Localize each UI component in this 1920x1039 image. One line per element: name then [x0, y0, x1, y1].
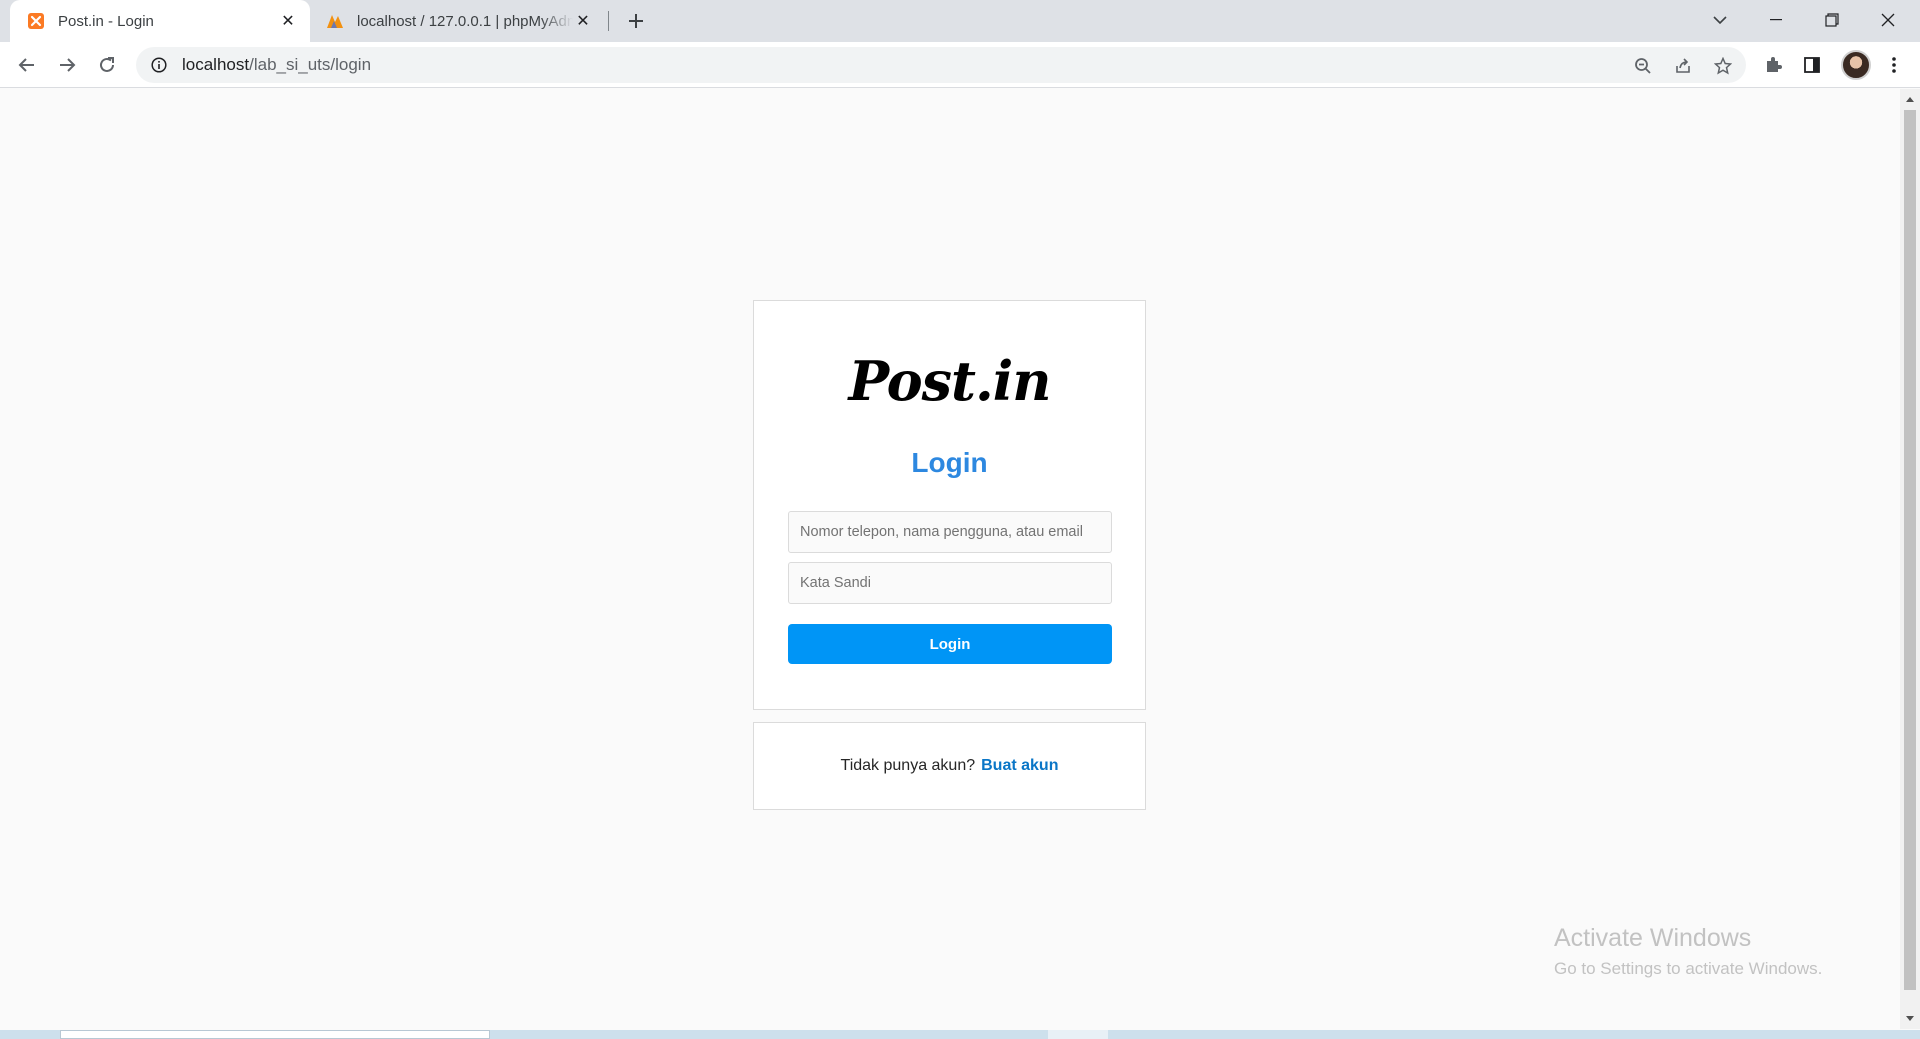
close-tab-icon[interactable]: ✕	[278, 11, 298, 31]
phpmyadmin-icon	[325, 11, 345, 31]
tab-title: localhost / 127.0.0.1 | phpMyAdmin	[357, 12, 573, 30]
browser-toolbar: localhost/lab_si_uts/login	[0, 42, 1920, 88]
bookmark-star-icon[interactable]	[1713, 56, 1733, 76]
watermark-title: Activate Windows	[1554, 924, 1752, 952]
windows-activation-watermark: Activate Windows Go to Settings to activ…	[1554, 924, 1822, 979]
minimize-button[interactable]	[1748, 0, 1804, 40]
create-account-link[interactable]: Buat akun	[981, 757, 1058, 775]
address-bar[interactable]: localhost/lab_si_uts/login	[136, 47, 1746, 83]
close-tab-icon[interactable]: ✕	[573, 11, 593, 31]
watermark-subtitle: Go to Settings to activate Windows.	[1554, 959, 1823, 978]
scrollbar-thumb[interactable]	[1904, 110, 1916, 990]
profile-avatar[interactable]	[1841, 50, 1871, 80]
forward-arrow-icon[interactable]	[51, 49, 83, 81]
taskbar-item[interactable]	[1048, 1030, 1108, 1039]
brand-logo: Post.in	[848, 349, 1051, 413]
site-info-icon[interactable]	[150, 56, 168, 74]
address-url: localhost/lab_si_uts/login	[182, 55, 371, 75]
reload-icon[interactable]	[91, 49, 123, 81]
password-input[interactable]	[788, 562, 1112, 604]
scroll-down-arrow-icon[interactable]	[1906, 1016, 1914, 1021]
signup-card: Tidak punya akun? Buat akun	[753, 722, 1146, 810]
tab-search-chevron-down-icon[interactable]	[1692, 0, 1748, 40]
taskbar-search-box[interactable]	[60, 1030, 490, 1039]
url-path: /lab_si_uts/login	[249, 55, 372, 74]
extensions-puzzle-icon[interactable]	[1762, 54, 1784, 76]
tab-post-in-login[interactable]: Post.in - Login ✕	[10, 0, 310, 42]
back-arrow-icon[interactable]	[11, 49, 43, 81]
username-input[interactable]	[788, 511, 1112, 553]
zoom-out-icon[interactable]	[1633, 56, 1653, 76]
tab-phpmyadmin[interactable]: localhost / 127.0.0.1 | phpMyAdmin ✕	[315, 0, 605, 42]
login-heading: Login	[911, 447, 988, 478]
more-menu-icon[interactable]	[1883, 54, 1905, 76]
new-tab-button[interactable]	[622, 7, 650, 35]
vertical-scrollbar[interactable]	[1900, 89, 1920, 1029]
xampp-icon	[26, 11, 46, 31]
login-card: Post.in Login Login	[753, 300, 1146, 710]
side-panel-icon[interactable]	[1801, 54, 1823, 76]
url-host: localhost	[182, 55, 250, 74]
restore-button[interactable]	[1804, 0, 1860, 40]
page-viewport: Post.in Login Login Tidak punya akun? Bu…	[0, 89, 1900, 1029]
scroll-up-arrow-icon[interactable]	[1906, 97, 1914, 102]
login-button[interactable]: Login	[788, 624, 1112, 664]
tab-title: Post.in - Login	[58, 12, 154, 30]
share-icon[interactable]	[1673, 56, 1693, 76]
tab-separator	[608, 11, 609, 31]
close-window-button[interactable]	[1860, 0, 1916, 40]
tab-strip: Post.in - Login ✕ localhost / 127.0.0.1 …	[0, 0, 1920, 42]
os-taskbar	[0, 1030, 1920, 1039]
signup-prompt: Tidak punya akun?	[840, 757, 976, 774]
